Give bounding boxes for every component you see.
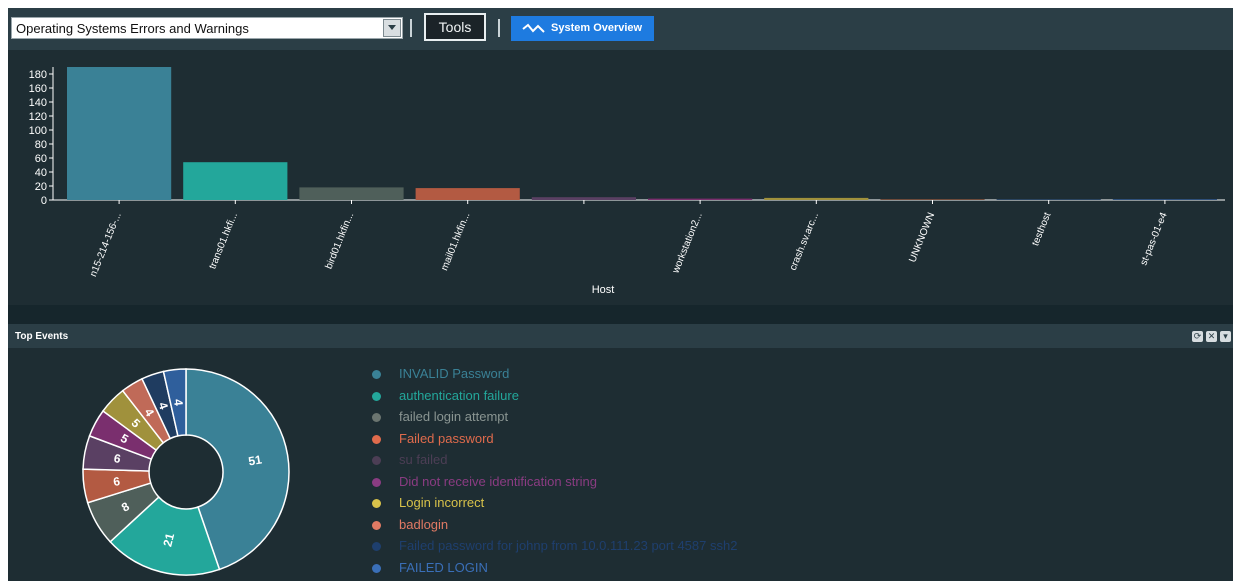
donut-chart-svg: 51218665544 4 bbox=[82, 368, 290, 576]
bar bbox=[183, 162, 288, 200]
legend-label: su failed bbox=[399, 452, 448, 467]
trend-line-icon bbox=[522, 23, 545, 33]
legend-label: authentication failure bbox=[399, 387, 519, 403]
system-overview-label: System Overview bbox=[551, 22, 643, 34]
y-tick-label: 160 bbox=[29, 83, 47, 95]
legend-label: Did not receive identification string bbox=[399, 473, 597, 489]
y-tick-label: 20 bbox=[35, 181, 47, 193]
x-tick-label: n15-214-156-... bbox=[88, 211, 124, 279]
x-axis-title: Host bbox=[592, 284, 615, 296]
x-tick-label: testhost bbox=[1030, 211, 1053, 248]
bar bbox=[996, 199, 1101, 200]
x-tick-label: crash.sv.arc... bbox=[788, 211, 821, 272]
y-tick-label: 120 bbox=[29, 111, 47, 123]
legend-label: failed login attempt bbox=[399, 409, 509, 424]
top-events-body: 51 21 8 6 6 5 5 4 4 4 INVALID Password authenticat… bbox=[8, 348, 1233, 581]
x-tick-label: trans01.hkfi... bbox=[207, 211, 240, 271]
toolbar: Operating Systems Errors and Warnings To… bbox=[8, 8, 1233, 50]
legend-marker bbox=[372, 477, 381, 487]
bar bbox=[1112, 199, 1217, 200]
y-tick-label: 100 bbox=[29, 125, 47, 137]
legend-marker bbox=[372, 391, 381, 401]
bar bbox=[67, 67, 172, 200]
bar-chart-svg: 0 20 40 60 80 100 120 140 160 180 n15-214-156-... t… bbox=[29, 67, 1225, 296]
host-bar-chart: 0 20 40 60 80 100 120 140 160 180 n15-214-156-... t… bbox=[8, 50, 1233, 305]
legend-label: FAILED LOGIN bbox=[399, 559, 488, 575]
bar bbox=[531, 197, 636, 200]
bar bbox=[299, 187, 404, 200]
pie-slice-label: 51 bbox=[247, 452, 263, 468]
legend-marker bbox=[372, 456, 381, 465]
system-overview-button[interactable]: System Overview bbox=[511, 16, 654, 41]
legend-marker bbox=[372, 563, 381, 573]
toolbar-divider bbox=[410, 19, 412, 37]
y-tick-label: 80 bbox=[35, 139, 47, 151]
y-tick-label: 180 bbox=[29, 69, 47, 81]
legend-label: Failed password bbox=[399, 430, 494, 446]
toolbar-divider bbox=[498, 19, 500, 37]
legend-marker bbox=[372, 413, 381, 422]
legend-label: badlogin bbox=[399, 516, 449, 532]
bar bbox=[415, 188, 520, 200]
bar bbox=[648, 198, 753, 200]
bar bbox=[880, 199, 985, 200]
panel-title: Top Events bbox=[15, 331, 69, 342]
bar bbox=[764, 197, 869, 200]
x-tick-label: mail01.hkfin... bbox=[439, 211, 472, 272]
y-tick-label: 40 bbox=[35, 167, 47, 179]
x-tick-label: bird01.hkfin... bbox=[324, 211, 357, 271]
x-tick-label: UNKNOWN bbox=[907, 211, 937, 264]
x-tick-label: st-pas-01-e4 bbox=[1138, 211, 1169, 268]
legend-label: INVALID Password bbox=[399, 366, 510, 381]
chevron-down-icon[interactable]: ▾ bbox=[1220, 331, 1231, 342]
report-select[interactable]: Operating Systems Errors and Warnings bbox=[11, 17, 403, 39]
y-tick-label: 0 bbox=[41, 195, 47, 207]
legend-label: Failed password for johnp from 10.0.111.… bbox=[399, 538, 738, 553]
top-events-header: Top Events ⟳ ✕ ▾ bbox=[8, 324, 1233, 348]
legend-marker bbox=[372, 499, 381, 508]
y-tick-label: 140 bbox=[29, 97, 47, 109]
x-tick-label: workstation2... bbox=[670, 211, 705, 276]
chevron-down-icon[interactable] bbox=[383, 19, 401, 37]
y-tick-label: 60 bbox=[35, 153, 47, 165]
legend-marker bbox=[372, 434, 381, 444]
refresh-icon[interactable]: ⟳ bbox=[1192, 331, 1203, 342]
panel-separator bbox=[8, 305, 1233, 324]
legend-label: Login incorrect bbox=[399, 495, 485, 510]
legend-marker bbox=[372, 370, 381, 379]
tools-button[interactable]: Tools bbox=[424, 13, 486, 41]
legend-marker bbox=[372, 520, 381, 530]
app-window: Operating Systems Errors and Warnings To… bbox=[8, 8, 1233, 581]
report-select-value: Operating Systems Errors and Warnings bbox=[16, 21, 249, 36]
legend-marker bbox=[372, 542, 381, 551]
close-icon[interactable]: ✕ bbox=[1206, 331, 1217, 342]
